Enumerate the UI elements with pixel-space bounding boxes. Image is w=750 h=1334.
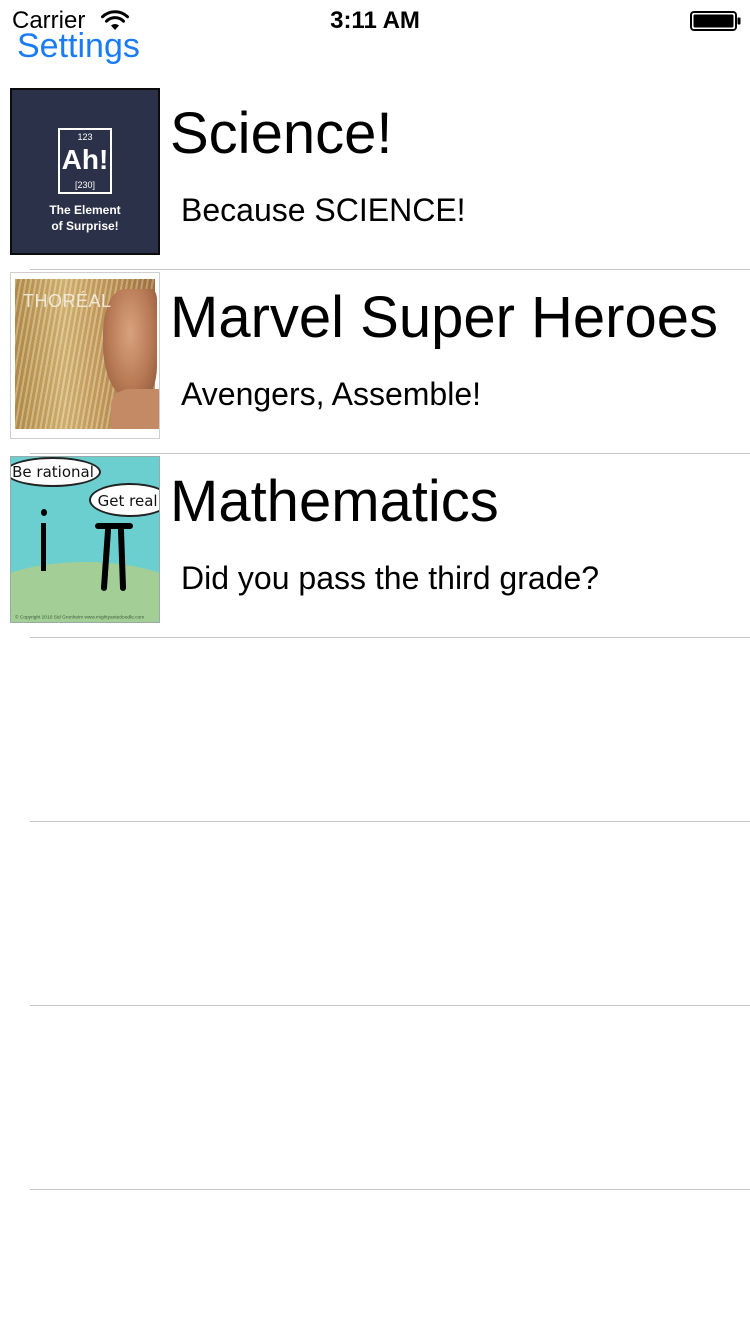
empty-row: [0, 822, 750, 1006]
empty-row: [0, 638, 750, 822]
row-subtitle: Avengers, Assemble!: [181, 376, 482, 412]
pi-character: [95, 523, 133, 593]
hero-shoulder: [111, 389, 159, 429]
imaginary-i-character: [41, 509, 47, 571]
table-row-science[interactable]: 123 Ah! [230] The Element of Surprise! S…: [0, 86, 750, 270]
science-caption-line1: The Element: [49, 203, 121, 217]
science-caption-line2: of Surprise!: [51, 219, 119, 233]
math-grass: [11, 562, 159, 622]
table-row-mathematics[interactable]: Be rational Get real. © Copyright 2010 S…: [0, 454, 750, 638]
science-caption: The Element of Surprise!: [12, 202, 158, 234]
math-copyright: © Copyright 2010 Sid Gronheim www.mighty…: [15, 615, 145, 620]
row-separator: [30, 1189, 750, 1190]
row-subtitle: Because SCIENCE!: [181, 192, 466, 228]
speech-bubble-real: Get real.: [89, 483, 159, 517]
row-title: Science!: [170, 101, 393, 166]
marvel-overlay-text: THORÉAL: [23, 291, 112, 311]
element-mass: [230]: [74, 180, 96, 190]
row-title: Mathematics: [170, 469, 499, 534]
settings-back-button[interactable]: Settings: [17, 27, 140, 65]
periodic-element-tile: 123 Ah! [230]: [58, 128, 112, 194]
row-subtitle: Did you pass the third grade?: [181, 560, 600, 596]
element-symbol: Ah!: [61, 144, 109, 175]
speech-bubble-rational: Be rational: [11, 457, 101, 487]
battery-icon: [690, 11, 741, 31]
math-thumbnail: Be rational Get real. © Copyright 2010 S…: [10, 456, 160, 623]
table-row-marvel[interactable]: THORÉAL Marvel Super Heroes Avengers, As…: [0, 270, 750, 454]
empty-row: [0, 1006, 750, 1190]
category-table: 123 Ah! [230] The Element of Surprise! S…: [0, 86, 750, 1190]
marvel-poster-image: THORÉAL: [15, 279, 159, 429]
element-number: 123: [77, 132, 93, 142]
science-thumbnail: 123 Ah! [230] The Element of Surprise!: [10, 88, 160, 255]
marvel-thumbnail: THORÉAL: [10, 272, 160, 439]
row-title: Marvel Super Heroes: [170, 285, 718, 350]
